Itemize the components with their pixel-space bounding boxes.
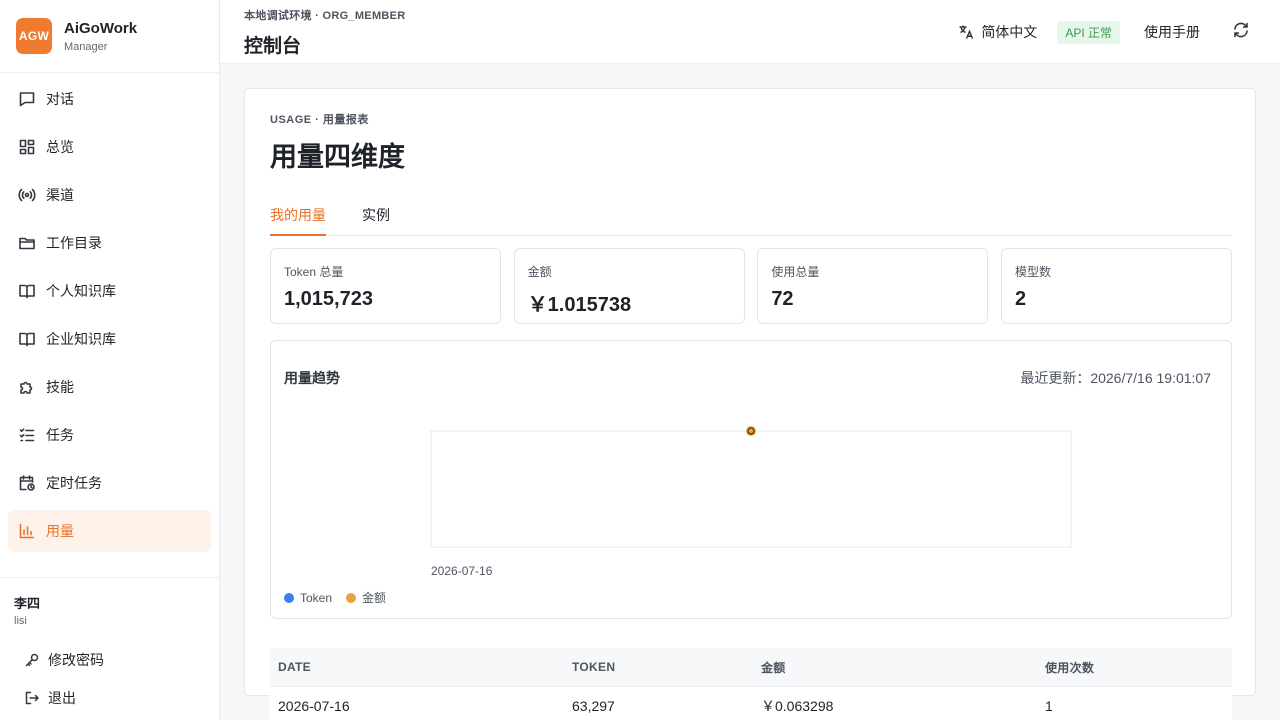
sidebar-item-enterprise-kb[interactable]: 企业知识库 [8, 318, 211, 360]
stat-label: 金额 [527, 265, 552, 279]
refresh-button[interactable] [1232, 21, 1250, 44]
key-icon [25, 653, 39, 667]
dashboard-icon [18, 138, 36, 156]
sidebar: AGW AiGoWork Manager 对话 总览 渠道 工作目录 个人知识库 [0, 0, 220, 720]
usage-trend-chart: 用量趋势 最近更新：2026/7/16 19:01:07 2026-07-16 … [270, 340, 1232, 619]
book-icon [18, 330, 36, 348]
user-name: 李四 [14, 596, 41, 611]
sidebar-item-label: 总览 [46, 139, 74, 155]
top-header: 本地调试环境 · ORG_MEMBER 控制台 简体中文 API 正常 使用手册 [220, 0, 1280, 64]
bar-chart-icon [18, 522, 36, 540]
column-header-token[interactable]: TOKEN [564, 660, 753, 674]
section-title: 用量四维度 [270, 142, 405, 172]
stat-value: 1,015,723 [284, 288, 373, 310]
tab-my-usage[interactable]: 我的用量 [270, 201, 326, 236]
sidebar-item-workdir[interactable]: 工作目录 [8, 222, 211, 264]
sidebar-item-scheduled-tasks[interactable]: 定时任务 [8, 462, 211, 504]
legend-label: Token [300, 590, 333, 605]
sidebar-item-label: 企业知识库 [46, 331, 116, 347]
sidebar-item-usage[interactable]: 用量 [8, 510, 211, 552]
stat-value: 72 [771, 288, 794, 310]
stat-card-amount: 金额 ￥1.015738 [513, 248, 745, 324]
change-password-label: 修改密码 [48, 652, 104, 668]
legend-swatch-amount [346, 592, 357, 603]
stats-row: Token 总量 1,015,723 金额 ￥1.015738 使用总量 72 … [270, 248, 1232, 324]
book-icon [18, 282, 36, 300]
folder-icon [18, 234, 36, 252]
sidebar-item-label: 对话 [46, 91, 74, 107]
legend-item-token[interactable]: Token [284, 591, 332, 605]
logout-icon [25, 691, 39, 705]
brand-logo: AGW [16, 18, 52, 54]
legend-swatch-token [284, 592, 294, 603]
usage-card: USAGE · 用量报表 用量四维度 我的用量 实例 Token 总量 1,01… [244, 88, 1256, 720]
plot-area-frame [430, 430, 1072, 548]
stat-label: 模型数 [1014, 265, 1051, 279]
sidebar-item-label: 定时任务 [46, 475, 102, 491]
logout-button[interactable]: 退出 [24, 679, 219, 717]
section-kicker: USAGE · 用量报表 [270, 114, 369, 126]
brand-subtitle: Manager [64, 40, 108, 53]
table-row: 2026-07-16 63,297 ￥0.063298 1 [270, 686, 1232, 720]
cell-date: 2026-07-16 [278, 697, 350, 714]
tab-instances[interactable]: 实例 [362, 201, 390, 236]
data-point-amount[interactable] [747, 427, 755, 435]
sidebar-item-skills[interactable]: 技能 [8, 366, 211, 408]
cell-usage-count: 1 [1045, 697, 1053, 714]
stat-value: 2 [1014, 288, 1027, 310]
column-header-usage-count[interactable]: 使用次数 [1037, 659, 1232, 676]
sidebar-item-label: 任务 [46, 427, 74, 443]
calendar-clock-icon [18, 474, 36, 492]
cell-token: 63,297 [572, 697, 615, 714]
stat-card-token-total: Token 总量 1,015,723 [270, 248, 501, 324]
chart-plot: 2026-07-16 [430, 426, 1072, 578]
brand: AGW AiGoWork Manager [0, 0, 219, 73]
change-password-button[interactable]: 修改密码 [24, 641, 219, 679]
language-switcher[interactable]: 简体中文 [958, 22, 1037, 42]
usage-tabs: 我的用量 实例 [270, 201, 1232, 236]
x-tick-label: 2026-07-16 [431, 564, 493, 578]
table-header: DATE TOKEN 金额 使用次数 [270, 648, 1232, 686]
chart-legend: Token 金额 [284, 589, 400, 606]
broadcast-icon [18, 186, 36, 204]
stat-value: ￥1.015738 [527, 294, 632, 316]
usage-table: DATE TOKEN 金额 使用次数 2026-07-16 63,297 ￥0.… [270, 648, 1232, 720]
column-header-amount[interactable]: 金额 [753, 659, 1037, 676]
logout-label: 退出 [48, 690, 76, 706]
legend-label: 金额 [362, 591, 387, 605]
brand-name: AiGoWork [64, 19, 138, 37]
user-id: lisi [14, 615, 27, 627]
api-status-badge: API 正常 [1057, 20, 1120, 44]
sidebar-item-tasks[interactable]: 任务 [8, 414, 211, 456]
column-header-date[interactable]: DATE [270, 660, 564, 674]
stat-label: Token 总量 [284, 265, 344, 279]
stat-card-usage-total: 使用总量 72 [757, 248, 989, 324]
user-block: 李四 lisi 修改密码 退出 [0, 577, 219, 720]
sidebar-item-overview[interactable]: 总览 [8, 126, 211, 168]
sidebar-item-label: 工作目录 [46, 235, 102, 251]
sidebar-item-label: 个人知识库 [46, 283, 116, 299]
sidebar-item-label: 渠道 [46, 187, 74, 203]
cell-amount: ￥0.063298 [761, 697, 834, 714]
user-manual-link[interactable]: 使用手册 [1144, 22, 1200, 42]
checklist-icon [18, 426, 36, 444]
chat-icon [18, 90, 36, 108]
page-title: 控制台 [244, 36, 302, 57]
sidebar-item-personal-kb[interactable]: 个人知识库 [8, 270, 211, 312]
legend-item-amount[interactable]: 金额 [346, 589, 386, 606]
stat-card-model-count: 模型数 2 [1000, 248, 1232, 324]
sidebar-item-label: 用量 [46, 523, 74, 539]
puzzle-icon [18, 378, 36, 396]
sidebar-item-label: 技能 [46, 379, 74, 395]
sidebar-item-chat[interactable]: 对话 [8, 78, 211, 120]
stat-label: 使用总量 [771, 265, 820, 279]
refresh-icon [1234, 22, 1248, 37]
language-label: 简体中文 [981, 24, 1038, 40]
sidebar-nav: 对话 总览 渠道 工作目录 个人知识库 企业知识库 技能 任务 定时任务 用量 [0, 73, 219, 552]
translate-icon [959, 25, 974, 39]
sidebar-item-channels[interactable]: 渠道 [8, 174, 211, 216]
environment-label: 本地调试环境 · ORG_MEMBER [244, 10, 406, 22]
